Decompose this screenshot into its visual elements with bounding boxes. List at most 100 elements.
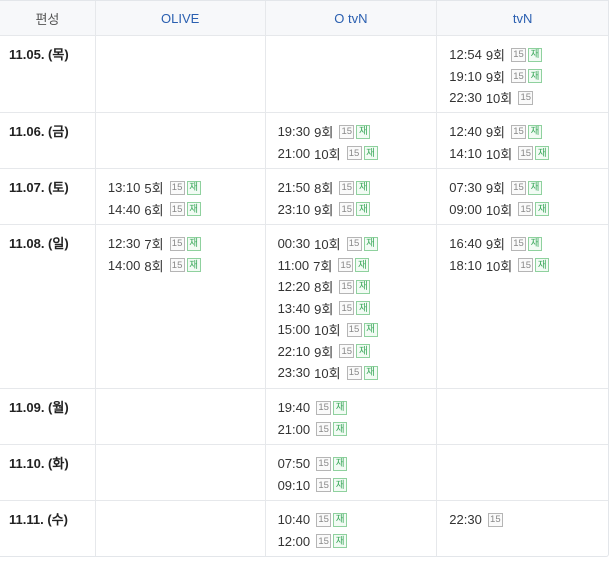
channel-otvn-cell: 19:40 15 재 21:00 15 재 bbox=[264, 389, 437, 444]
channel-tvn-cell: 12:40 9회 15 재 14:10 10회 15 재 bbox=[436, 113, 608, 168]
table-body: 11.05. (목) 12:54 9회 15 재 19:10 9회 15 재 22:30 10회 15… bbox=[0, 35, 608, 556]
broadcast-time: 13:10 bbox=[107, 180, 141, 196]
age-15-rating-icon: 15 bbox=[169, 180, 185, 195]
age-15-rating-icon: 15 bbox=[339, 301, 355, 316]
age-15-rating-icon: 15 bbox=[316, 456, 332, 471]
header-channel-tvn[interactable]: tvN bbox=[436, 1, 608, 35]
broadcast-item[interactable]: 09:10 15 재 bbox=[278, 475, 437, 497]
broadcast-time: 09:10 bbox=[277, 477, 311, 493]
broadcast-item[interactable]: 19:40 15 재 bbox=[278, 397, 437, 419]
broadcast-item[interactable]: 12:54 9회 15 재 bbox=[449, 44, 608, 66]
age-15-rating-icon: 15 bbox=[339, 202, 355, 217]
rerun-icon: 재 bbox=[363, 236, 378, 251]
episode-number: 10회 bbox=[314, 237, 341, 253]
age-15-rating-icon: 15 bbox=[316, 534, 332, 549]
age-15-rating-icon: 15 bbox=[316, 422, 332, 437]
broadcast-item[interactable]: 18:10 10회 15 재 bbox=[449, 255, 608, 277]
episode-number: 9회 bbox=[485, 125, 506, 141]
channel-tvn-cell: 16:40 9회 15 재 18:10 10회 15 재 bbox=[436, 225, 608, 388]
broadcast-time: 23:30 bbox=[277, 365, 311, 381]
rerun-icon: 재 bbox=[356, 344, 371, 359]
rerun-icon: 재 bbox=[363, 365, 378, 380]
table-row: 11.07. (토) 13:10 5회 15 재 14:40 6회 15 재 21:50 8회 15 재… bbox=[0, 168, 608, 224]
broadcast-item[interactable]: 13:10 5회 15 재 bbox=[108, 177, 265, 199]
broadcast-time: 21:00 bbox=[277, 421, 311, 437]
broadcast-item[interactable]: 12:40 9회 15 재 bbox=[449, 121, 608, 143]
rerun-icon: 재 bbox=[535, 202, 550, 217]
broadcast-item[interactable]: 15:00 10회 15 재 bbox=[278, 319, 437, 341]
table-row: 11.08. (일) 12:30 7회 15 재 14:00 8회 15 재 00:30 10회 15… bbox=[0, 224, 608, 388]
date-cell: 11.06. (금) bbox=[9, 124, 69, 139]
broadcast-item[interactable]: 07:30 9회 15 재 bbox=[449, 177, 608, 199]
age-15-rating-icon: 15 bbox=[511, 69, 527, 84]
broadcast-item[interactable]: 13:40 9회 15 재 bbox=[278, 298, 437, 320]
date-cell: 11.10. (화) bbox=[9, 456, 69, 471]
episode-number: 5회 bbox=[144, 181, 164, 197]
age-15-rating-icon: 15 bbox=[339, 279, 355, 294]
broadcast-item[interactable]: 21:50 8회 15 재 bbox=[278, 177, 437, 199]
episode-number: 9회 bbox=[314, 125, 334, 141]
broadcast-item[interactable]: 21:00 10회 15 재 bbox=[278, 143, 437, 165]
broadcast-item[interactable]: 09:00 10회 15 재 bbox=[449, 199, 608, 221]
broadcast-item[interactable]: 14:40 6회 15 재 bbox=[108, 199, 265, 221]
broadcast-time: 23:10 bbox=[277, 201, 311, 217]
broadcast-item[interactable]: 19:10 9회 15 재 bbox=[449, 66, 608, 88]
broadcast-item[interactable]: 07:50 15 재 bbox=[278, 453, 437, 475]
header-channel-olive[interactable]: OLIVE bbox=[94, 1, 265, 35]
channel-tvn-cell bbox=[436, 389, 608, 444]
channel-otvn-cell bbox=[264, 36, 437, 112]
header-channel-otvn[interactable]: O tvN bbox=[264, 1, 437, 35]
episode-number: 9회 bbox=[485, 237, 506, 253]
age-15-rating-icon: 15 bbox=[316, 400, 332, 415]
broadcast-item[interactable]: 21:00 15 재 bbox=[278, 419, 437, 441]
channel-tvn-cell: 22:30 15 bbox=[436, 501, 608, 556]
broadcast-item[interactable]: 11:00 7회 15 재 bbox=[278, 255, 437, 277]
rerun-icon: 재 bbox=[333, 400, 348, 415]
episode-number: 8회 bbox=[144, 258, 164, 274]
broadcast-item[interactable]: 16:40 9회 15 재 bbox=[449, 233, 608, 255]
broadcast-item[interactable]: 10:40 15 재 bbox=[278, 509, 437, 531]
broadcast-time: 15:00 bbox=[277, 322, 311, 338]
age-15-rating-icon: 15 bbox=[169, 202, 185, 217]
episode-number: 8회 bbox=[314, 280, 334, 296]
rerun-icon: 재 bbox=[356, 279, 371, 294]
broadcast-time: 21:00 bbox=[277, 145, 311, 161]
rerun-icon: 재 bbox=[186, 202, 201, 217]
channel-olive-cell bbox=[94, 501, 265, 556]
header-schedule: 편성 bbox=[35, 11, 60, 27]
broadcast-item[interactable]: 23:10 9회 15 재 bbox=[278, 199, 437, 221]
rerun-icon: 재 bbox=[528, 47, 543, 62]
channel-otvn-cell: 10:40 15 재 12:00 15 재 bbox=[264, 501, 437, 556]
broadcast-item[interactable]: 14:00 8회 15 재 bbox=[108, 255, 265, 277]
broadcast-item[interactable]: 22:10 9회 15 재 bbox=[278, 341, 437, 363]
broadcast-item[interactable]: 23:30 10회 15 재 bbox=[278, 362, 437, 384]
broadcast-time: 14:00 bbox=[107, 257, 141, 273]
broadcast-item[interactable]: 12:20 8회 15 재 bbox=[278, 276, 437, 298]
broadcast-item[interactable]: 00:30 10회 15 재 bbox=[278, 233, 437, 255]
broadcast-item[interactable]: 14:10 10회 15 재 bbox=[449, 143, 608, 165]
channel-tvn-cell: 07:30 9회 15 재 09:00 10회 15 재 bbox=[436, 169, 608, 224]
age-15-rating-icon: 15 bbox=[338, 258, 354, 273]
episode-number: 10회 bbox=[314, 366, 341, 382]
episode-number: 9회 bbox=[314, 202, 334, 218]
rerun-icon: 재 bbox=[528, 69, 543, 84]
rerun-icon: 재 bbox=[333, 478, 348, 493]
table-row: 11.05. (목) 12:54 9회 15 재 19:10 9회 15 재 22:30 10회 15 bbox=[0, 35, 608, 112]
channel-olive-cell bbox=[94, 389, 265, 444]
date-cell: 11.08. (일) bbox=[9, 236, 69, 251]
broadcast-item[interactable]: 22:30 15 bbox=[449, 509, 608, 531]
rerun-icon: 재 bbox=[356, 202, 371, 217]
rerun-icon: 재 bbox=[186, 258, 201, 273]
rerun-icon: 재 bbox=[333, 456, 348, 471]
broadcast-item[interactable]: 12:30 7회 15 재 bbox=[108, 233, 265, 255]
date-cell: 11.05. (목) bbox=[9, 47, 69, 62]
broadcast-time: 09:00 bbox=[449, 201, 482, 217]
broadcast-item[interactable]: 22:30 10회 15 bbox=[449, 87, 608, 109]
episode-number: 10회 bbox=[314, 323, 341, 339]
age-15-rating-icon: 15 bbox=[346, 236, 362, 251]
channel-otvn-cell: 21:50 8회 15 재 23:10 9회 15 재 bbox=[264, 169, 437, 224]
broadcast-item[interactable]: 19:30 9회 15 재 bbox=[278, 121, 437, 143]
age-15-rating-icon: 15 bbox=[518, 146, 534, 161]
broadcast-item[interactable]: 12:00 15 재 bbox=[278, 531, 437, 553]
age-15-rating-icon: 15 bbox=[169, 258, 185, 273]
